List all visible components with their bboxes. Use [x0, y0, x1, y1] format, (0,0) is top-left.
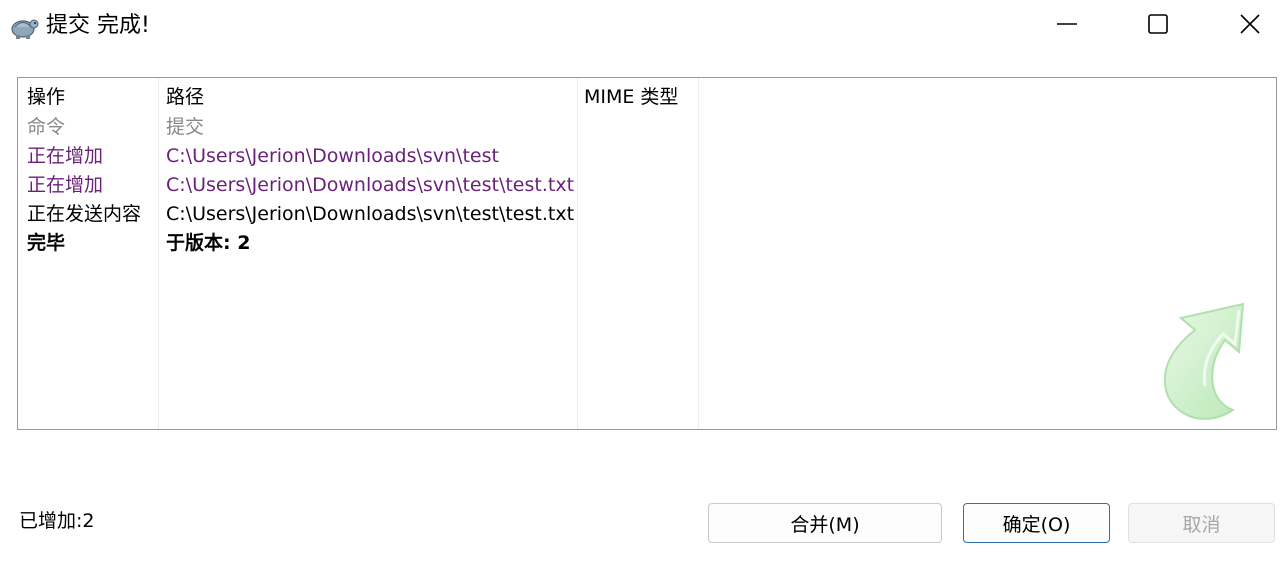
row-path: 提交: [166, 116, 205, 138]
row-path: C:\Users\Jerion\Downloads\svn\test\test.…: [166, 203, 575, 225]
column-header-path[interactable]: 路径: [166, 83, 204, 111]
minimize-icon: [1057, 14, 1077, 38]
column-header-mime[interactable]: MIME 类型: [584, 83, 678, 111]
column-header-action[interactable]: 操作: [27, 83, 65, 111]
commit-arrow-icon: [1151, 300, 1251, 428]
merge-button[interactable]: 合并(M): [708, 503, 942, 543]
window-title: 提交 完成!: [46, 13, 150, 38]
commit-log-list[interactable]: 操作 路径 MIME 类型 命令 提交 正在增加 C:\Users\Jerion…: [17, 77, 1277, 430]
status-added-count: 已增加:2: [19, 510, 95, 532]
row-action: 正在发送内容: [27, 203, 142, 225]
column-divider: [577, 78, 578, 429]
maximize-button[interactable]: [1135, 6, 1181, 46]
row-path: C:\Users\Jerion\Downloads\svn\test: [166, 145, 499, 167]
tortoise-svn-icon: [8, 12, 40, 40]
row-path: C:\Users\Jerion\Downloads\svn\test\test.…: [166, 174, 575, 196]
column-divider: [698, 78, 699, 429]
close-icon: [1240, 14, 1260, 38]
title-bar: 提交 完成!: [0, 0, 1287, 52]
minimize-button[interactable]: [1044, 6, 1090, 46]
row-action: 完毕: [27, 232, 66, 254]
row-action: 正在增加: [27, 174, 104, 196]
ok-button[interactable]: 确定(O): [963, 503, 1110, 543]
cancel-button[interactable]: 取消: [1128, 503, 1275, 543]
row-action: 正在增加: [27, 145, 104, 167]
close-button[interactable]: [1227, 6, 1273, 46]
row-path: 于版本: 2: [166, 232, 251, 254]
row-action: 命令: [27, 116, 66, 138]
maximize-icon: [1148, 14, 1168, 38]
column-divider: [158, 78, 159, 429]
